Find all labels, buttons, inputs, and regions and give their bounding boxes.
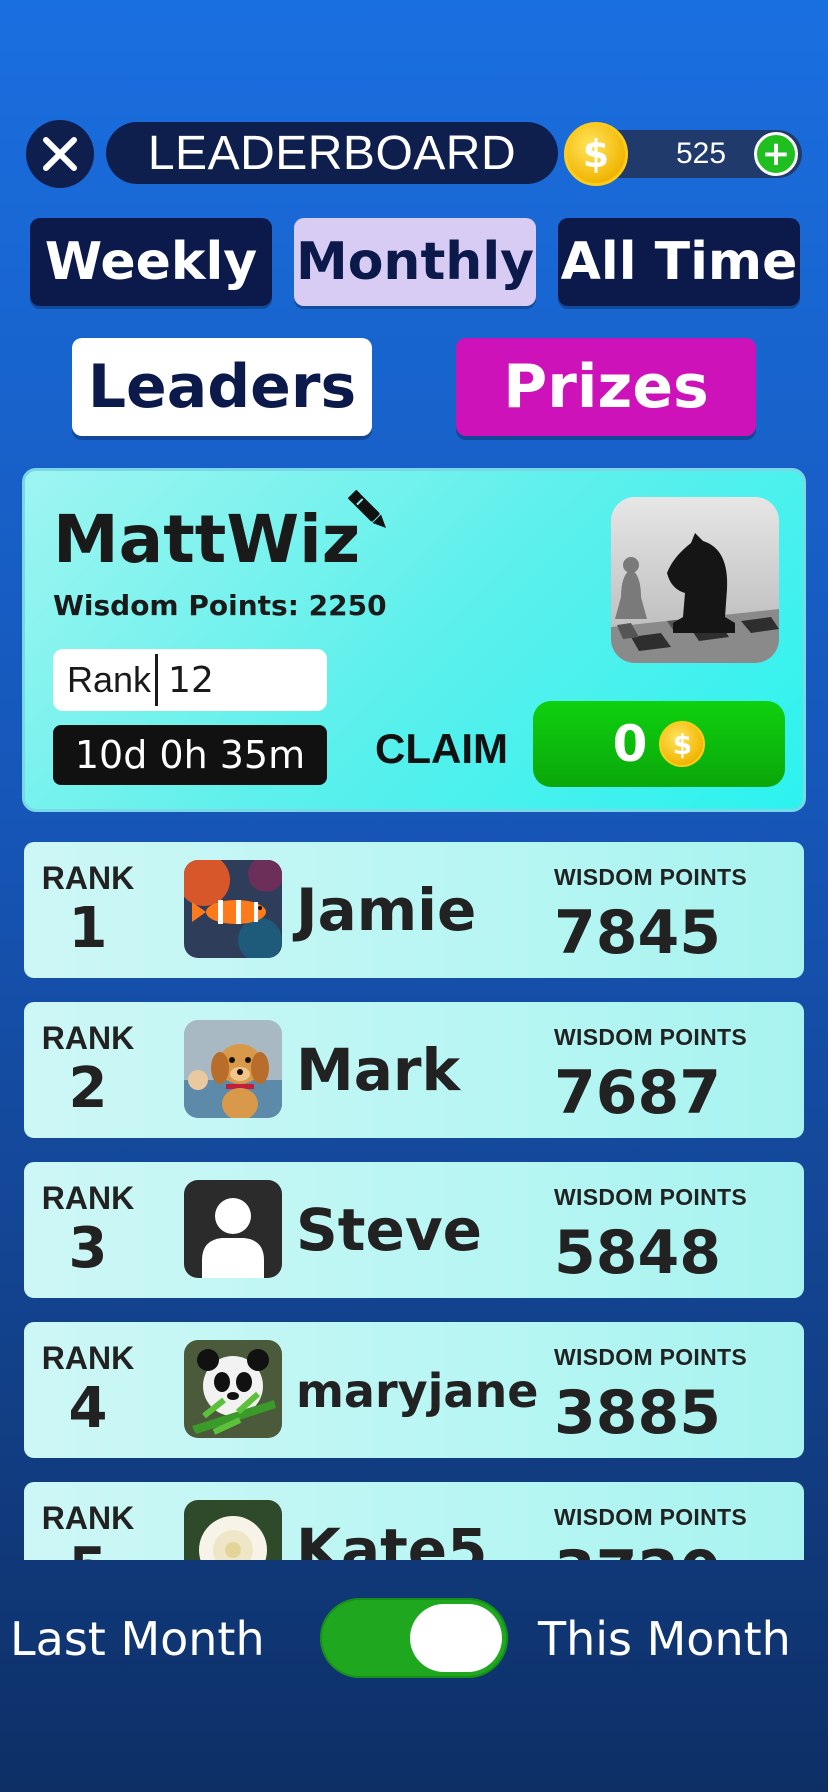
player-name: Steve [296, 1196, 482, 1264]
last-month-label[interactable]: Last Month [10, 1612, 265, 1666]
default-user-icon [184, 1180, 282, 1278]
tab-prizes[interactable]: Prizes [456, 338, 756, 436]
rank-label: Rank [67, 659, 152, 700]
tab-monthly[interactable]: Monthly [294, 218, 536, 306]
close-icon [43, 137, 77, 171]
rank-divider [155, 654, 159, 706]
clownfish-icon [184, 860, 282, 958]
player-name: Kate5 [296, 1516, 488, 1560]
rank-label: RANK [41, 1180, 135, 1216]
chess-knight-icon [611, 497, 779, 663]
claim-button[interactable]: 0 $ [533, 701, 785, 787]
rank-label: RANK [41, 1500, 135, 1536]
points-label: WISDOM POINTS [554, 1184, 748, 1210]
user-wisdom-points: Wisdom Points: 2250 [53, 589, 387, 622]
avatar [184, 1500, 282, 1560]
points-label: WISDOM POINTS [554, 1024, 748, 1050]
countdown-timer: 10d 0h 35m [53, 725, 327, 785]
rose-icon [184, 1500, 282, 1560]
table-row[interactable]: RANK 5 Kate5 WISDOM POINTS 3720 [24, 1482, 804, 1560]
points-value: 3720 [554, 1538, 721, 1560]
points-value: 7845 [554, 898, 721, 968]
close-button[interactable] [26, 120, 94, 188]
user-name: MattWiz [53, 501, 361, 578]
toggle-knob [410, 1604, 502, 1672]
coin-icon: $ [564, 122, 628, 186]
puppy-icon [184, 1020, 282, 1118]
tab-weekly[interactable]: Weekly [30, 218, 272, 306]
points-value: 3885 [554, 1378, 721, 1448]
avatar [184, 1340, 282, 1438]
this-month-label[interactable]: This Month [538, 1612, 791, 1666]
avatar [184, 1180, 282, 1278]
leaderboard-list[interactable]: RANK 1 Jamie WISDOM POINTS 7845 RANK 2 M… [0, 842, 828, 1560]
table-row[interactable]: RANK 2 Mark WISDOM POINTS 7687 [24, 1002, 804, 1138]
rank-number: 5 [38, 1536, 138, 1560]
rank-label: RANK [41, 1340, 135, 1376]
points-label: WISDOM POINTS [554, 1504, 748, 1530]
rank-value: 12 [168, 659, 214, 701]
tab-all-time[interactable]: All Time [558, 218, 800, 306]
avatar [184, 1020, 282, 1118]
rank-field: Rank 12 [53, 649, 327, 711]
table-row[interactable]: RANK 3 Steve WISDOM POINTS 5848 [24, 1162, 804, 1298]
avatar [184, 860, 282, 958]
table-row[interactable]: RANK 1 Jamie WISDOM POINTS 7845 [24, 842, 804, 978]
rank-number: 4 [68, 1376, 108, 1441]
rank-number: 2 [68, 1056, 108, 1121]
points-value: 5848 [554, 1218, 721, 1288]
player-name: Mark [296, 1036, 461, 1104]
points-label: WISDOM POINTS [554, 1344, 748, 1370]
player-name: maryjane [296, 1364, 539, 1418]
rank-label: RANK [41, 860, 135, 896]
month-toggle[interactable] [320, 1598, 508, 1678]
points-label: WISDOM POINTS [554, 864, 748, 890]
panda-icon [184, 1340, 282, 1438]
add-coins-button[interactable]: + [754, 132, 798, 176]
table-row[interactable]: RANK 4 maryjane WISDOM POINTS 3885 [24, 1322, 804, 1458]
user-card: MattWiz Wisdom Points: 2250 Rank 12 10d … [22, 468, 806, 812]
claim-label: CLAIM [375, 725, 508, 772]
rank-number: 3 [68, 1216, 108, 1281]
page-title: LEADERBOARD [106, 122, 558, 184]
pencil-icon[interactable] [343, 485, 395, 537]
user-avatar[interactable] [611, 497, 779, 663]
points-value: 7687 [554, 1058, 721, 1128]
claim-amount: 0 [612, 715, 648, 773]
player-name: Jamie [296, 876, 477, 944]
plus-icon: + [761, 134, 791, 174]
coin-icon: $ [659, 721, 706, 767]
rank-number: 1 [68, 896, 108, 961]
tab-leaders[interactable]: Leaders [72, 338, 372, 436]
rank-label: RANK [41, 1020, 135, 1056]
